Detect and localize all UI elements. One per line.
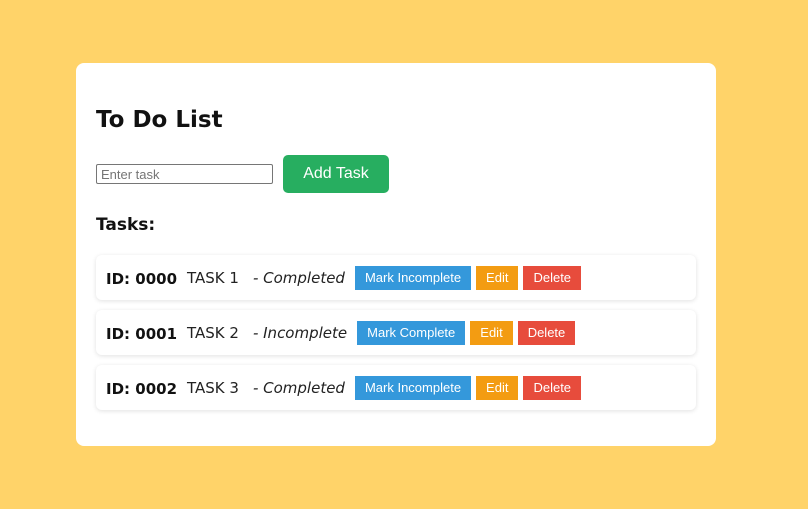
mark-complete-button[interactable]: Mark Complete (357, 320, 466, 345)
delete-button[interactable]: Delete (523, 265, 582, 290)
delete-button[interactable]: Delete (517, 320, 576, 345)
task-status: - Incomplete (252, 323, 348, 342)
task-name: TASK 2 (187, 323, 239, 342)
task-name: TASK 1 (187, 268, 239, 287)
task-id: ID: 0002 (106, 379, 178, 398)
delete-button[interactable]: Delete (523, 375, 582, 400)
task-row: ID: 0000 TASK 1 - Completed Mark Incompl… (96, 255, 696, 300)
todo-card: To Do List Add Task Tasks: ID: 0000 TASK… (76, 63, 716, 446)
task-name: TASK 3 (187, 378, 239, 397)
task-id: ID: 0001 (106, 324, 178, 343)
task-id: ID: 0000 (106, 269, 178, 288)
task-status: - Completed (252, 378, 345, 397)
edit-button[interactable]: Edit (470, 320, 513, 345)
mark-incomplete-button[interactable]: Mark Incomplete (354, 375, 472, 400)
task-row: ID: 0001 TASK 2 - Incomplete Mark Comple… (96, 310, 696, 355)
edit-button[interactable]: Edit (476, 265, 519, 290)
tasks-heading: Tasks: (96, 215, 156, 235)
page-title: To Do List (96, 107, 223, 133)
task-status: - Completed (252, 268, 345, 287)
edit-button[interactable]: Edit (476, 375, 519, 400)
add-task-button[interactable]: Add Task (283, 155, 389, 193)
task-input[interactable] (96, 164, 273, 184)
task-row: ID: 0002 TASK 3 - Completed Mark Incompl… (96, 365, 696, 410)
task-list: ID: 0000 TASK 1 - Completed Mark Incompl… (96, 255, 696, 420)
mark-incomplete-button[interactable]: Mark Incomplete (354, 265, 472, 290)
